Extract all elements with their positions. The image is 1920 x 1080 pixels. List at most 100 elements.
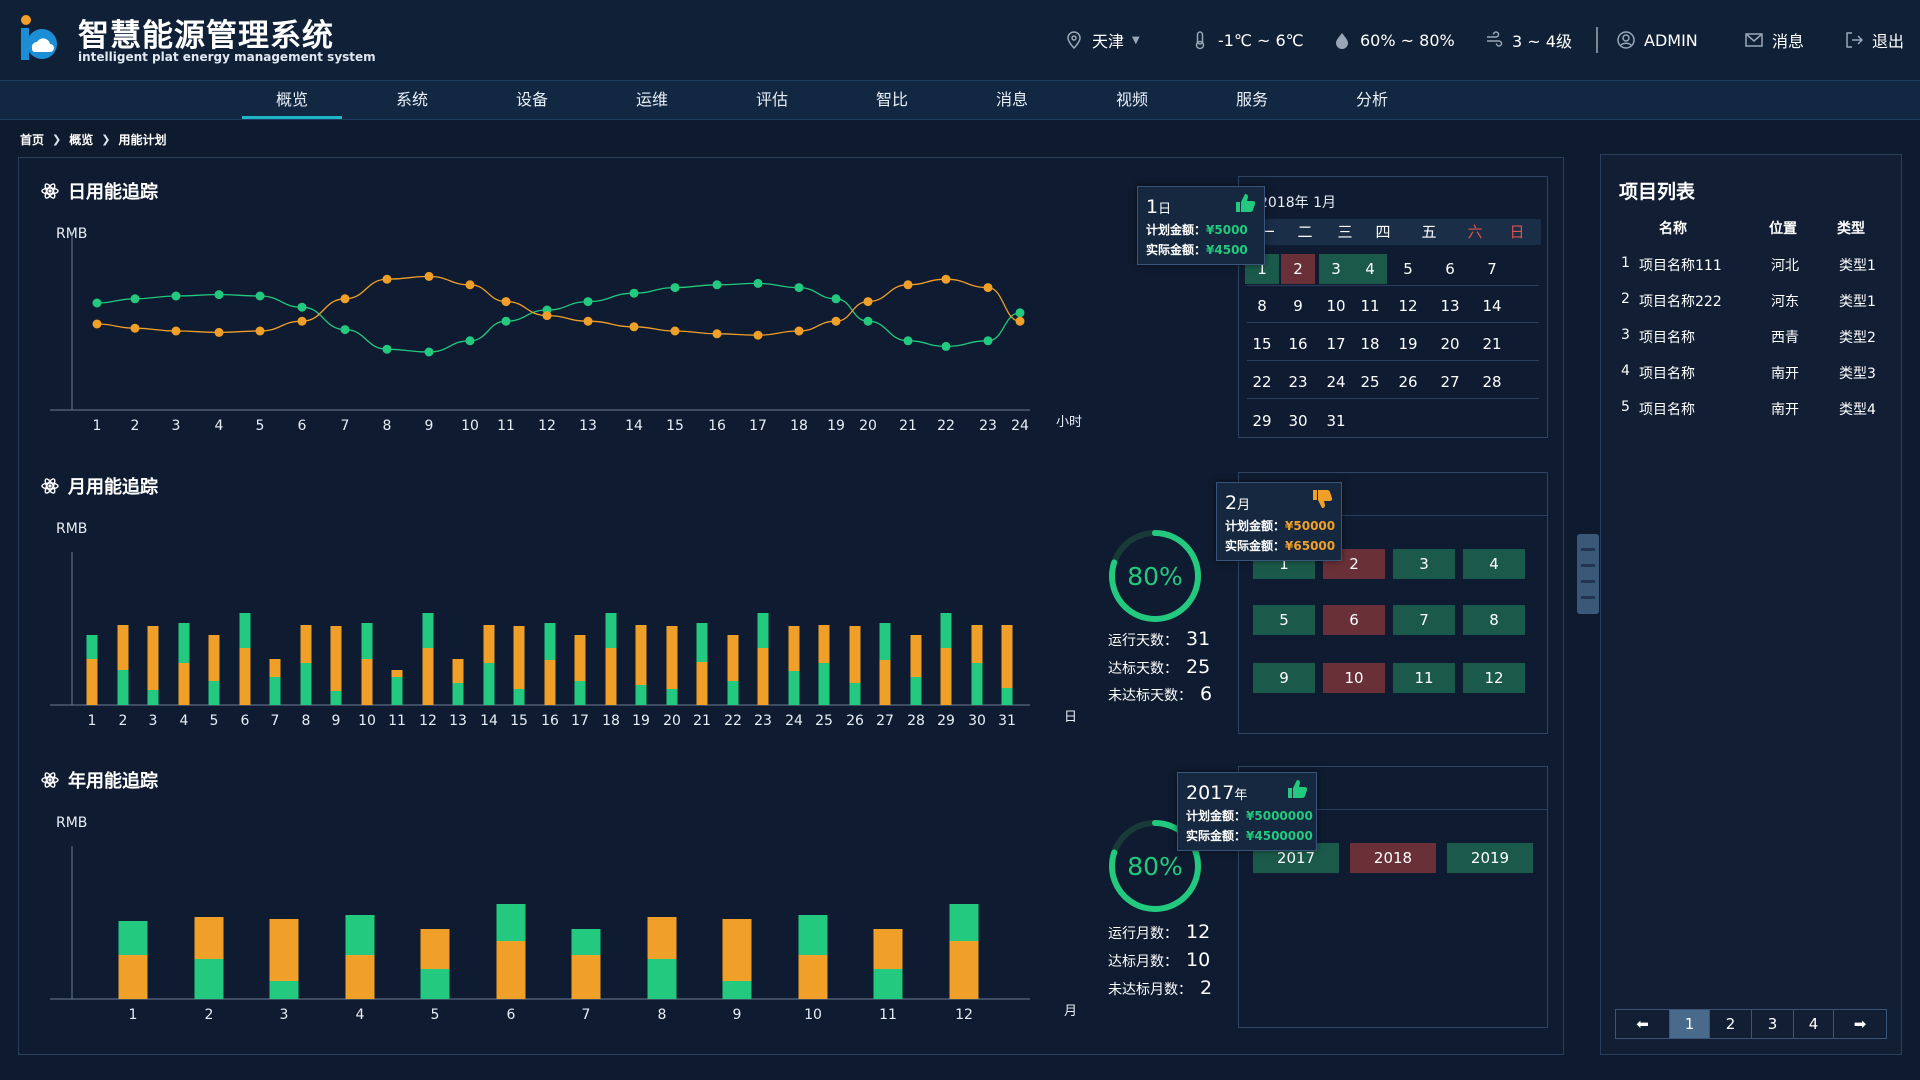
calendar-day[interactable]: 14: [1475, 291, 1509, 321]
stat-label: 运行月数：: [1108, 926, 1178, 942]
calendar-day[interactable]: 17: [1319, 329, 1353, 359]
tooltip-actual-label: 实际金额：: [1225, 539, 1286, 553]
project-type: 类型1: [1839, 258, 1876, 274]
calendar-day[interactable]: 19: [1391, 329, 1425, 359]
x-tick-label: 8: [658, 1007, 667, 1023]
project-list-panel: 项目列表 名称 位置 类型 1 项目名称111 河北 类型1 2 项目名称222 河东 类型1…: [1600, 154, 1902, 1055]
calendar-day[interactable]: 5: [1391, 254, 1425, 284]
calendar-day[interactable]: 28: [1475, 367, 1509, 397]
calendar-day[interactable]: 15: [1245, 329, 1279, 359]
project-name: 项目名称: [1639, 402, 1695, 418]
calendar-day[interactable]: 25: [1353, 367, 1387, 397]
messages-button[interactable]: 消息: [1744, 28, 1804, 52]
tooltip-plan-label: 计划金额：: [1146, 223, 1207, 237]
calendar-day[interactable]: 13: [1433, 291, 1467, 321]
month-cell[interactable]: 8: [1463, 605, 1525, 635]
page-button[interactable]: 3: [1752, 1010, 1794, 1038]
calendar-row-divider: [1247, 398, 1539, 399]
project-type: 类型1: [1839, 294, 1876, 310]
messages-label: 消息: [1772, 32, 1805, 51]
page-button[interactable]: 4: [1794, 1010, 1834, 1038]
calendar-day[interactable]: 6: [1433, 254, 1467, 284]
nav-analysis[interactable]: 分析: [1322, 81, 1422, 119]
logout-button[interactable]: 退出: [1844, 28, 1904, 52]
month-cell[interactable]: 6: [1323, 605, 1385, 635]
x-tick-label: 12: [955, 1007, 973, 1023]
calendar-day[interactable]: 3: [1319, 254, 1353, 284]
temperature-label: -1℃ ~ 6℃: [1218, 30, 1304, 50]
year-cell-2019[interactable]: 2019: [1447, 843, 1533, 873]
bar-segment-bottom: [194, 959, 224, 999]
bar-segment-top: [949, 904, 979, 941]
humidity-icon: [1336, 33, 1348, 49]
month-cell[interactable]: 12: [1463, 663, 1525, 693]
calendar-day[interactable]: 24: [1319, 367, 1353, 397]
project-row[interactable]: 4 项目名称 南开 类型3: [1601, 363, 1901, 393]
bar-segment-bottom: [420, 969, 450, 999]
calendar-day[interactable]: 20: [1433, 329, 1467, 359]
month-cell[interactable]: 3: [1393, 549, 1455, 579]
month-cell[interactable]: 4: [1463, 549, 1525, 579]
project-name: 项目名称222: [1639, 294, 1722, 310]
user-icon: [1617, 31, 1635, 49]
page-button[interactable]: 2: [1710, 1010, 1752, 1038]
project-no: 1: [1621, 255, 1630, 271]
next-page-button[interactable]: ➡: [1834, 1010, 1886, 1038]
calendar-day[interactable]: 4: [1353, 254, 1387, 284]
project-row[interactable]: 1 项目名称111 河北 类型1: [1601, 255, 1901, 285]
calendar-day[interactable]: 30: [1281, 406, 1315, 436]
x-tick-label: 3: [280, 1007, 289, 1023]
tooltip-month-unit: 月: [1237, 498, 1251, 513]
project-location: 西青: [1771, 330, 1799, 346]
stat-value: 12: [1186, 921, 1211, 943]
calendar-row-divider: [1247, 285, 1539, 286]
bar-segment-bottom: [647, 959, 677, 999]
month-cell[interactable]: 7: [1393, 605, 1455, 635]
humidity-indicator: 60% ~ 80%: [1332, 28, 1455, 52]
bar-segment-bottom: [949, 941, 979, 999]
calendar-day[interactable]: 23: [1281, 367, 1315, 397]
weekday-label: 日: [1509, 223, 1525, 241]
calendar-day[interactable]: 18: [1353, 329, 1387, 359]
calendar-day[interactable]: 22: [1245, 367, 1279, 397]
calendar-day[interactable]: 21: [1475, 329, 1509, 359]
calendar-day[interactable]: 26: [1391, 367, 1425, 397]
page-button[interactable]: 1: [1670, 1010, 1710, 1038]
panel-collapse-handle[interactable]: [1577, 534, 1599, 614]
project-row[interactable]: 5 项目名称 南开 类型4: [1601, 399, 1901, 429]
monthly-stat-run: 运行天数： 31: [1108, 628, 1210, 650]
calendar-day[interactable]: 11: [1353, 291, 1387, 321]
calendar-day[interactable]: 16: [1281, 329, 1315, 359]
x-tick-label: 4: [356, 1007, 365, 1023]
nav-service[interactable]: 服务: [1202, 81, 1302, 119]
calendar-day[interactable]: 8: [1245, 291, 1279, 321]
user-menu[interactable]: ADMIN: [1616, 28, 1698, 52]
calendar-weekday-header: 一 二 三 四 五 六 日: [1245, 219, 1541, 245]
project-no: 3: [1621, 327, 1630, 343]
calendar-day[interactable]: 27: [1433, 367, 1467, 397]
calendar-day[interactable]: 31: [1319, 406, 1353, 436]
wind-indicator: 3 ~ 4级: [1484, 28, 1572, 52]
year-cell-2018[interactable]: 2018: [1350, 843, 1436, 873]
calendar-day[interactable]: 29: [1245, 406, 1279, 436]
project-row[interactable]: 3 项目名称 西青 类型2: [1601, 327, 1901, 357]
x-axis-unit: 月: [1064, 1004, 1077, 1019]
month-cell[interactable]: 11: [1393, 663, 1455, 693]
stat-value: 25: [1186, 656, 1211, 678]
yearly-stat-run: 运行月数： 12: [1108, 921, 1210, 943]
prev-page-button[interactable]: ⬅: [1616, 1010, 1670, 1038]
caret-down-icon: ▼: [1132, 34, 1140, 46]
bar-segment-top: [873, 929, 903, 969]
month-cell[interactable]: 9: [1253, 663, 1315, 693]
stat-value: 2: [1200, 977, 1213, 999]
wind-icon: [1487, 31, 1503, 47]
calendar-day[interactable]: 7: [1475, 254, 1509, 284]
month-cell[interactable]: 10: [1323, 663, 1385, 693]
calendar-day[interactable]: 12: [1391, 291, 1425, 321]
tooltip-plan-label: 计划金额：: [1225, 519, 1286, 533]
calendar-day[interactable]: 2: [1281, 254, 1315, 284]
calendar-day[interactable]: 9: [1281, 291, 1315, 321]
calendar-day[interactable]: 10: [1319, 291, 1353, 321]
project-row[interactable]: 2 项目名称222 河东 类型1: [1601, 291, 1901, 321]
month-cell[interactable]: 5: [1253, 605, 1315, 635]
